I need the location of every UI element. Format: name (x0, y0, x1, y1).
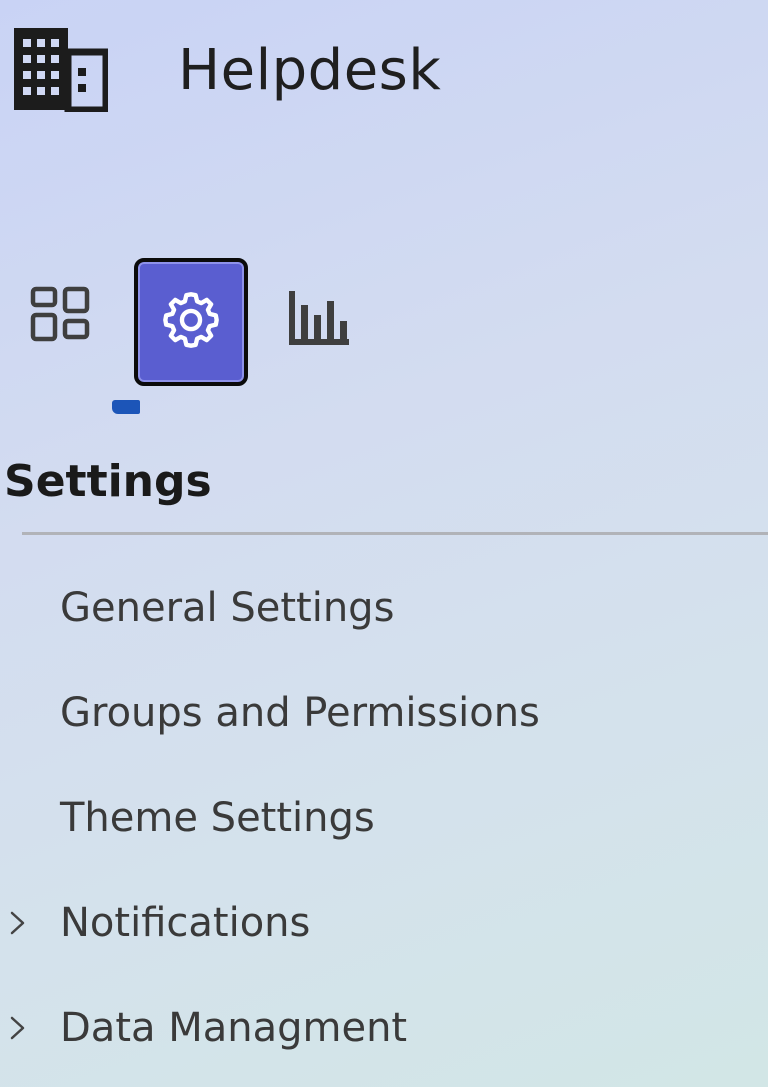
menu-item-label: Notifications (60, 900, 311, 946)
menu-item-label: General Settings (60, 585, 395, 631)
dashboard-grid-icon (29, 285, 93, 349)
settings-menu: General Settings Groups and Permissions … (0, 560, 768, 1080)
bar-chart-icon (283, 285, 353, 351)
nav-reports-button[interactable] (278, 278, 358, 358)
nav-dashboard-button[interactable] (22, 278, 100, 356)
menu-item-label: Groups and Permissions (60, 690, 540, 736)
nav-rail (0, 250, 768, 420)
menu-item-data-management[interactable]: Data Managment (0, 980, 768, 1076)
gear-icon (156, 285, 226, 359)
active-tab-indicator (112, 400, 140, 414)
app-header: Helpdesk (0, 0, 768, 150)
menu-item-general-settings[interactable]: General Settings (0, 560, 768, 656)
building-icon (12, 26, 110, 114)
settings-title: Settings (4, 456, 212, 507)
chevron-right-icon[interactable] (6, 1013, 30, 1043)
app-title: Helpdesk (178, 38, 442, 103)
menu-item-groups-permissions[interactable]: Groups and Permissions (0, 665, 768, 761)
menu-item-label: Theme Settings (60, 795, 375, 841)
nav-settings-button[interactable] (134, 258, 248, 386)
menu-item-theme-settings[interactable]: Theme Settings (0, 770, 768, 866)
divider (22, 532, 768, 535)
chevron-right-icon[interactable] (6, 908, 30, 938)
menu-item-notifications[interactable]: Notifications (0, 875, 768, 971)
menu-item-label: Data Managment (60, 1005, 408, 1051)
